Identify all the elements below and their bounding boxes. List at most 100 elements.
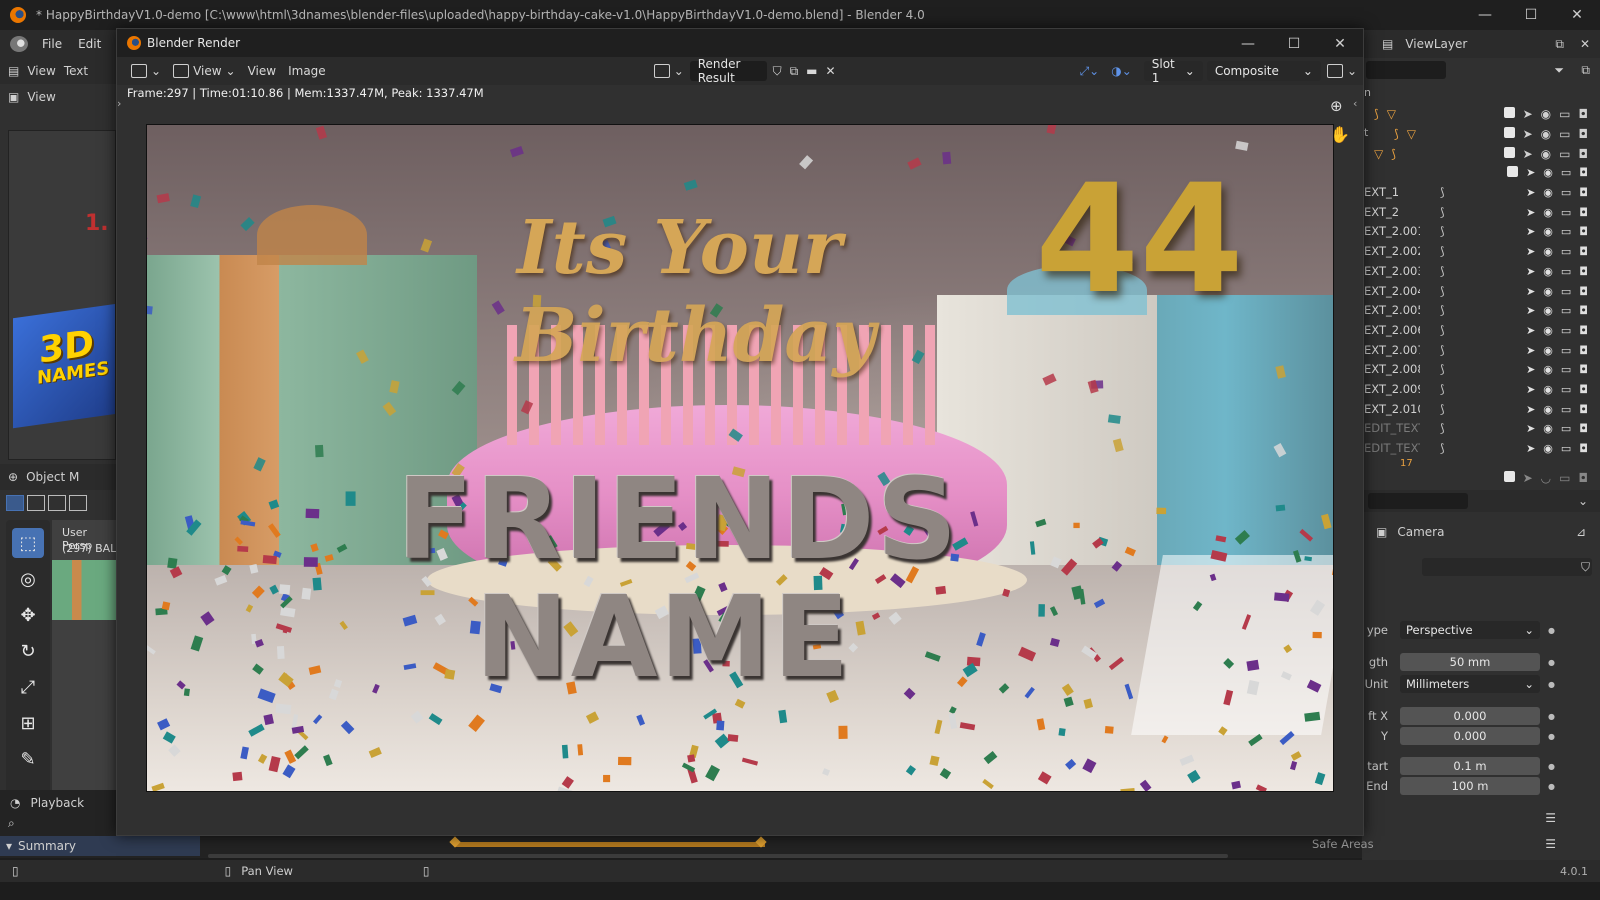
monitor-icon[interactable]: ▭ bbox=[1561, 265, 1571, 278]
camera-icon[interactable]: ◘ bbox=[1579, 471, 1589, 485]
select-arrow-icon[interactable]: ➤ bbox=[1523, 127, 1533, 141]
outliner-row[interactable]: EXT_2 ⟆ ➤ ◉ ▭ ◘ bbox=[1362, 202, 1600, 222]
monitor-icon[interactable]: ▭ bbox=[1561, 186, 1571, 199]
modifier-link-icon[interactable]: ⟆ bbox=[1440, 323, 1445, 337]
focal-length-field[interactable]: 50 mm bbox=[1400, 653, 1540, 671]
outliner-row[interactable]: EXT_2.002 ⟆ ➤ ◉ ▭ ◘ bbox=[1362, 241, 1600, 261]
shift-y-field[interactable]: 0.000 bbox=[1400, 727, 1540, 745]
pass-dropdown[interactable]: Composite ⌄ bbox=[1206, 61, 1321, 81]
list-options-icon-2[interactable]: ☰ bbox=[1545, 837, 1556, 851]
outliner-row[interactable]: EDIT_TEXT_1 ⟆ ➤ ◉ ▭ ◘ bbox=[1362, 418, 1600, 438]
keyframe-range-bar[interactable] bbox=[455, 842, 765, 847]
select-arrow-icon[interactable]: ➤ bbox=[1523, 471, 1533, 485]
eye-icon[interactable]: ◉ bbox=[1543, 206, 1553, 219]
monitor-icon[interactable]: ▭ bbox=[1561, 285, 1571, 298]
clip-start-field[interactable]: 0.1 m bbox=[1400, 757, 1540, 775]
select-arrow-icon[interactable]: ➤ bbox=[1526, 422, 1535, 435]
eye-icon[interactable]: ◉ bbox=[1543, 225, 1553, 238]
row-checkbox[interactable] bbox=[1507, 165, 1519, 177]
menu-view-left-2[interactable]: View bbox=[27, 90, 55, 104]
render-minimize-button[interactable]: — bbox=[1225, 29, 1271, 59]
camera-icon[interactable]: ◘ bbox=[1579, 206, 1588, 219]
properties-search-input[interactable] bbox=[1368, 493, 1468, 509]
monitor-icon[interactable]: ▭ bbox=[1561, 363, 1571, 376]
eye-icon[interactable]: ◉ bbox=[1543, 166, 1553, 179]
keyframe-dot-icon[interactable]: ● bbox=[1548, 732, 1555, 741]
keyframe-dot-icon[interactable]: ● bbox=[1548, 782, 1555, 791]
keyframe-dot-icon[interactable]: ● bbox=[1548, 658, 1555, 667]
fake-user-shield-icon[interactable]: ⛉ bbox=[773, 64, 782, 79]
zoom-icon[interactable]: ⊕ bbox=[1330, 97, 1343, 115]
editor-type-dropdown[interactable]: ⌄ bbox=[125, 64, 167, 78]
outliner-search-input[interactable] bbox=[1366, 61, 1446, 79]
select-arrow-icon[interactable]: ➤ bbox=[1526, 344, 1535, 357]
keyframe-dot-icon[interactable]: ● bbox=[1548, 680, 1555, 689]
keyframe-dot-icon[interactable]: ● bbox=[1548, 712, 1555, 721]
shift-x-field[interactable]: 0.000 bbox=[1400, 707, 1540, 725]
camera-datablock-field[interactable] bbox=[1422, 558, 1592, 576]
select-arrow-icon[interactable]: ➤ bbox=[1526, 225, 1535, 238]
modifier-icon-2[interactable]: ▽ bbox=[1407, 127, 1416, 141]
outliner-row[interactable]: EXT_2.006 ⟆ ➤ ◉ ▭ ◘ bbox=[1362, 320, 1600, 340]
modifier-link-icon[interactable]: ⟆ bbox=[1440, 421, 1445, 435]
3d-viewport[interactable]: User Persp (297) BAL bbox=[52, 520, 118, 790]
camera-icon[interactable]: ◘ bbox=[1579, 225, 1588, 238]
toolbar-toggle-icon[interactable]: › bbox=[117, 97, 121, 110]
eye-icon[interactable]: ◡ bbox=[1541, 471, 1551, 485]
outliner-row[interactable]: EXT_2.007 ⟆ ➤ ◉ ▭ ◘ bbox=[1362, 340, 1600, 360]
os-close-button[interactable]: ✕ bbox=[1554, 0, 1600, 30]
render-maximize-button[interactable]: ☐ bbox=[1271, 29, 1317, 59]
open-image-icon[interactable]: ▬ bbox=[806, 64, 817, 78]
view-layer-icon[interactable]: ▤ bbox=[1382, 37, 1393, 51]
outliner-row[interactable]: EXT_2.001 ⟆ ➤ ◉ ▭ ◘ bbox=[1362, 221, 1600, 241]
browse-image-dropdown[interactable]: ⌄ bbox=[648, 64, 690, 78]
outliner-row[interactable]: EXT_2.003 ⟆ ➤ ◉ ▭ ◘ bbox=[1362, 261, 1600, 281]
select-arrow-icon[interactable]: ➤ bbox=[1526, 285, 1535, 298]
timeline-editor-icon[interactable]: ◔ bbox=[10, 796, 20, 810]
eye-icon[interactable]: ◉ bbox=[1543, 383, 1553, 396]
select-arrow-icon[interactable]: ➤ bbox=[1523, 107, 1533, 121]
outliner-row[interactable]: EXT_2.008 ⟆ ➤ ◉ ▭ ◘ bbox=[1362, 359, 1600, 379]
select-arrow-icon[interactable]: ➤ bbox=[1526, 245, 1535, 258]
select-extend-icon[interactable] bbox=[27, 495, 45, 511]
outliner-row[interactable]: EDIT_TEXT_2 ⟆ ➤ ◉ ▭ ◘ bbox=[1362, 438, 1600, 458]
object-mode-dropdown[interactable]: Object M bbox=[26, 470, 79, 484]
modifier-link-icon[interactable]: ⟆ bbox=[1440, 244, 1445, 258]
select-arrow-icon[interactable]: ➤ bbox=[1526, 363, 1535, 376]
select-invert-icon[interactable] bbox=[69, 495, 87, 511]
render-close-button[interactable]: ✕ bbox=[1317, 29, 1363, 59]
link-icon[interactable]: ⟆ bbox=[1391, 147, 1396, 161]
new-image-icon[interactable]: ⧉ bbox=[790, 64, 799, 79]
camera-icon[interactable]: ◘ bbox=[1579, 186, 1588, 199]
select-arrow-icon[interactable]: ➤ bbox=[1526, 442, 1535, 455]
eye-icon[interactable]: ◉ bbox=[1543, 304, 1553, 317]
camera-icon[interactable]: ◘ bbox=[1579, 344, 1588, 357]
transform-tool-icon[interactable]: ⊞ bbox=[12, 708, 44, 738]
cursor-tool-icon[interactable]: ◎ bbox=[12, 564, 44, 594]
eye-icon[interactable]: ◉ bbox=[1541, 127, 1551, 141]
summary-channel[interactable]: ▾ Summary bbox=[0, 836, 200, 856]
viewport-editor-icon[interactable]: ⊕ bbox=[8, 470, 18, 484]
outliner-row[interactable]: EXT_2.004 ⟆ ➤ ◉ ▭ ◘ bbox=[1362, 281, 1600, 301]
eye-icon[interactable]: ◉ bbox=[1541, 147, 1551, 161]
scale-tool-icon[interactable]: ⤢ bbox=[12, 672, 44, 702]
keyframe-dot-icon[interactable]: ● bbox=[1548, 626, 1555, 635]
menu-image[interactable]: Image bbox=[282, 64, 332, 78]
modifier-link-icon[interactable]: ⟆ bbox=[1440, 264, 1445, 278]
camera-icon[interactable]: ◘ bbox=[1579, 422, 1588, 435]
row-checkbox[interactable] bbox=[1503, 107, 1515, 118]
monitor-icon[interactable]: ▭ bbox=[1561, 166, 1571, 179]
select-arrow-icon[interactable]: ➤ bbox=[1526, 265, 1535, 278]
monitor-icon[interactable]: ▭ bbox=[1561, 304, 1571, 317]
eye-icon[interactable]: ◉ bbox=[1543, 363, 1553, 376]
view-layer-name[interactable]: ViewLayer bbox=[1405, 37, 1467, 51]
row-checkbox[interactable] bbox=[1503, 127, 1515, 138]
modifier-link-icon[interactable]: ⟆ bbox=[1440, 402, 1445, 416]
image-name-field[interactable]: Render Result bbox=[689, 57, 767, 85]
os-minimize-button[interactable]: — bbox=[1462, 0, 1508, 30]
camera-icon[interactable]: ◘ bbox=[1579, 127, 1589, 141]
keyframe-dot-icon[interactable]: ● bbox=[1548, 762, 1555, 771]
monitor-icon[interactable]: ▭ bbox=[1561, 403, 1571, 416]
select-arrow-icon[interactable]: ➤ bbox=[1526, 383, 1535, 396]
modifier-link-icon[interactable]: ⟆ bbox=[1440, 362, 1445, 376]
